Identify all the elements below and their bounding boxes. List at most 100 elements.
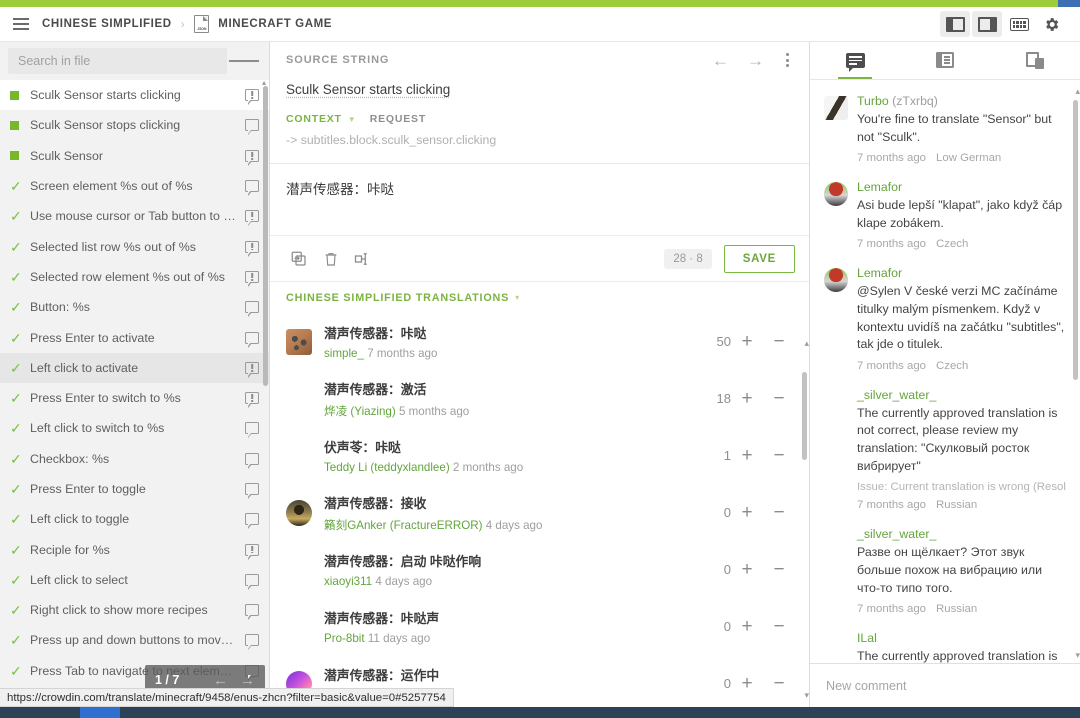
comment-item[interactable]: ILalThe currently approved translation i…: [810, 625, 1080, 663]
downvote-button[interactable]: −: [763, 674, 795, 693]
comment-icon[interactable]: [243, 513, 261, 525]
string-list-item[interactable]: ✓Use mouse cursor or Tab button to sele…: [0, 201, 269, 231]
tab-request[interactable]: REQUEST: [370, 113, 426, 125]
string-list-item[interactable]: ✓Selected row element %s out of %s: [0, 262, 269, 292]
translation-row[interactable]: 潜声传感器：激活烨凌 (Yiazing) 5 months ago18+−: [270, 370, 809, 427]
comment-alert-icon[interactable]: [243, 150, 261, 162]
search-input[interactable]: [8, 48, 227, 74]
string-list-item[interactable]: ✓Checkbox: %s: [0, 444, 269, 474]
string-list-item[interactable]: ✓Selected list row %s out of %s: [0, 231, 269, 261]
translations-chevron-down-icon[interactable]: ▾: [515, 293, 519, 302]
translation-row[interactable]: 潜声传感器：咔哒simple_ 7 months ago50+−: [270, 313, 809, 370]
center-scroll-down-arrow[interactable]: ▾: [804, 690, 809, 701]
string-list-item[interactable]: ✓Left click to select: [0, 565, 269, 595]
tab-comments[interactable]: [810, 41, 900, 79]
comment-author[interactable]: Lemafor: [857, 180, 1066, 194]
comment-icon[interactable]: [243, 119, 261, 131]
downvote-button[interactable]: −: [763, 617, 795, 636]
translation-row[interactable]: 潜声传感器：咔哒声Pro-8bit 11 days ago0+−: [270, 598, 809, 655]
translation-author[interactable]: Teddy Li (teddyxlandlee): [324, 461, 450, 474]
comment-alert-icon[interactable]: [243, 392, 261, 404]
translation-row[interactable]: 伏声苓：咔哒Teddy Li (teddyxlandlee) 2 months …: [270, 427, 809, 484]
upvote-button[interactable]: +: [731, 674, 763, 693]
arrow-right-icon[interactable]: →: [747, 52, 764, 69]
tab-context[interactable]: CONTEXT: [286, 113, 342, 125]
translation-author[interactable]: simple_: [324, 347, 364, 360]
breadcrumb-language[interactable]: CHINESE SIMPLIFIED: [42, 18, 172, 30]
string-list-item[interactable]: ✓Button: %s: [0, 292, 269, 322]
string-list-item[interactable]: Sculk Sensor: [0, 141, 269, 171]
comment-icon[interactable]: [243, 332, 261, 344]
center-scroll-up-arrow[interactable]: ▴: [804, 338, 809, 349]
keyboard-shortcuts-button[interactable]: [1004, 11, 1034, 37]
toggle-right-panel-button[interactable]: [972, 11, 1002, 37]
comment-author[interactable]: ILal: [857, 631, 1066, 645]
comment-alert-icon[interactable]: [243, 362, 261, 374]
translation-textarea[interactable]: 潜声传感器：咔哒: [270, 163, 809, 235]
comment-author[interactable]: _silver_water_: [857, 527, 1066, 541]
tab-screenshots[interactable]: [990, 41, 1080, 79]
toggle-left-panel-button[interactable]: [940, 11, 970, 37]
comments-scroll-up-arrow[interactable]: ▴: [1075, 86, 1080, 97]
translation-author[interactable]: xiaoyi311: [324, 575, 372, 588]
upvote-button[interactable]: +: [731, 503, 763, 522]
downvote-button[interactable]: −: [763, 446, 795, 465]
string-list-item[interactable]: ✓Press Enter to activate: [0, 322, 269, 352]
comment-alert-icon[interactable]: [243, 271, 261, 283]
translations-list[interactable]: 潜声传感器：咔哒simple_ 7 months ago50+−潜声传感器：激活…: [270, 313, 809, 707]
breadcrumb-file[interactable]: MINECRAFT GAME: [218, 18, 332, 30]
split-tag-icon[interactable]: [348, 244, 378, 274]
taskbar-active-window[interactable]: [80, 707, 120, 718]
delete-icon[interactable]: [316, 244, 346, 274]
copy-source-icon[interactable]: [284, 244, 314, 274]
comment-icon[interactable]: [243, 180, 261, 192]
comment-alert-icon[interactable]: [243, 210, 261, 222]
translation-author[interactable]: 烨凌 (Yiazing): [324, 405, 396, 418]
comments-scrollbar[interactable]: [1073, 100, 1078, 380]
downvote-button[interactable]: −: [763, 560, 795, 579]
translation-author[interactable]: 籟刻GAnker (FractureERROR): [324, 519, 482, 532]
downvote-button[interactable]: −: [763, 389, 795, 408]
save-button[interactable]: SAVE: [724, 245, 795, 273]
settings-button[interactable]: [1036, 11, 1066, 37]
comment-item[interactable]: _silver_water_Разве он щёлкает? Этот зву…: [810, 521, 1080, 625]
comment-item[interactable]: Turbo (zTxrbq)You're fine to translate "…: [810, 88, 1080, 174]
upvote-button[interactable]: +: [731, 446, 763, 465]
center-scrollbar[interactable]: [802, 372, 807, 460]
comment-icon[interactable]: [243, 574, 261, 586]
sidebar-scrollbar[interactable]: [263, 86, 268, 386]
comment-author[interactable]: Turbo (zTxrbq): [857, 94, 1066, 108]
comment-icon[interactable]: [243, 634, 261, 646]
comment-icon[interactable]: [243, 422, 261, 434]
string-list-item[interactable]: ✓Left click to switch to %s: [0, 413, 269, 443]
upvote-button[interactable]: +: [731, 332, 763, 351]
string-list-item[interactable]: Sculk Sensor stops clicking: [0, 110, 269, 140]
comment-author[interactable]: Lemafor: [857, 266, 1066, 280]
string-list-item[interactable]: ✓Press Enter to switch to %s: [0, 383, 269, 413]
translation-row[interactable]: 潜声传感器：启动 咔哒作响xiaoyi311 4 days ago0+−: [270, 541, 809, 598]
upvote-button[interactable]: +: [731, 389, 763, 408]
prev-page-icon[interactable]: ←: [213, 672, 228, 689]
string-list-item[interactable]: ✓Press Enter to toggle: [0, 474, 269, 504]
string-list-item[interactable]: ✓Right click to show more recipes: [0, 595, 269, 625]
upvote-button[interactable]: +: [731, 617, 763, 636]
translation-row[interactable]: 潜声传感器：接收籟刻GAnker (FractureERROR) 4 days …: [270, 484, 809, 541]
string-list-item[interactable]: ✓Reciple for %s: [0, 534, 269, 564]
string-list-item[interactable]: ✓Left click to toggle: [0, 504, 269, 534]
comment-alert-icon[interactable]: [243, 241, 261, 253]
comment-item[interactable]: LemaforAsi bude lepší "klapat", jako kdy…: [810, 174, 1080, 260]
downvote-button[interactable]: −: [763, 332, 795, 351]
string-list[interactable]: Sculk Sensor starts clickingSculk Sensor…: [0, 80, 269, 707]
comment-alert-icon[interactable]: [243, 544, 261, 556]
filter-icon[interactable]: [227, 48, 261, 74]
comment-icon[interactable]: [243, 604, 261, 616]
comment-item[interactable]: _silver_water_The currently approved tra…: [810, 382, 1080, 521]
arrow-left-icon[interactable]: ←: [712, 52, 729, 69]
comments-scroll-down-arrow[interactable]: ▾: [1075, 650, 1080, 661]
comment-icon[interactable]: [243, 453, 261, 465]
downvote-button[interactable]: −: [763, 503, 795, 522]
string-list-item[interactable]: ✓Screen element %s out of %s: [0, 171, 269, 201]
tab-translation-memory[interactable]: [900, 41, 990, 79]
kebab-menu-icon[interactable]: [782, 51, 793, 69]
new-comment-input[interactable]: New comment: [810, 663, 1080, 707]
